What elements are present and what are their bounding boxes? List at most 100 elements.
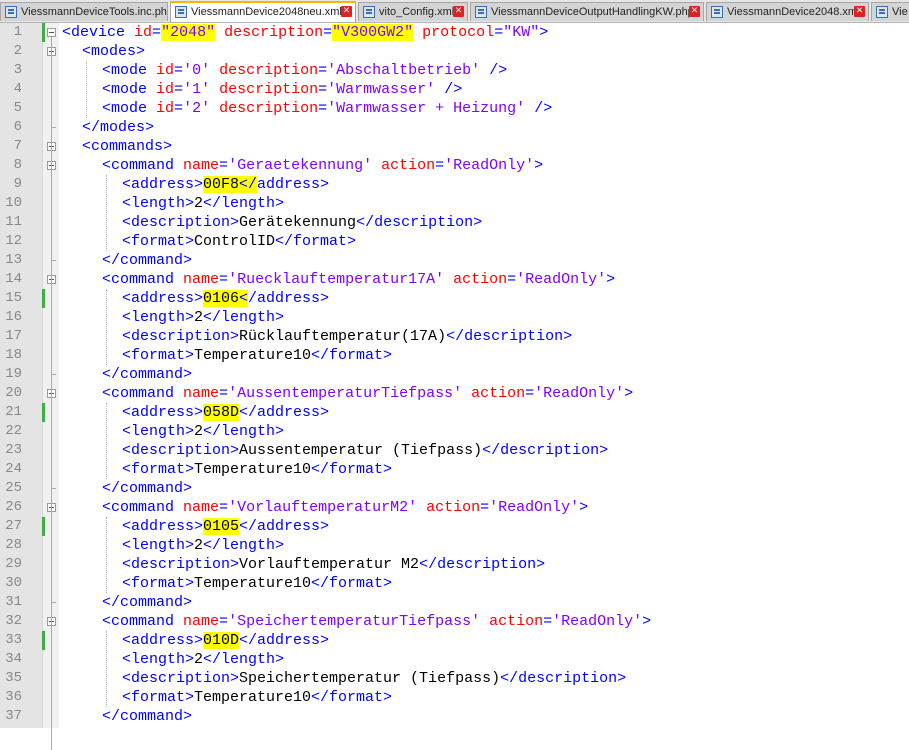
- change-marker: [42, 289, 45, 308]
- tab-4[interactable]: ViessmannDevice2048.xml ✕: [706, 2, 869, 21]
- code-token: />: [489, 62, 508, 79]
- code-token: </command>: [102, 366, 193, 383]
- close-icon[interactable]: ✕: [689, 6, 700, 17]
- code-line: <command name='SpeichertemperaturTiefpas…: [62, 612, 651, 631]
- code-token: <format>: [122, 347, 195, 364]
- code-token: <length>: [122, 195, 195, 212]
- tab-label: ViessmannDeviceTools.inc.php: [21, 6, 168, 18]
- code-line: <command name='VorlauftemperaturM2' acti…: [62, 498, 588, 517]
- code-token: =: [543, 613, 553, 630]
- code-token: 'ReadOnly': [552, 613, 643, 630]
- code-token: =: [480, 499, 490, 516]
- code-token: </format>: [311, 347, 393, 364]
- fold-end-marker: [51, 488, 56, 489]
- code-token: action: [453, 271, 508, 288]
- fold-end-marker: [51, 260, 56, 261]
- tab-1[interactable]: ViessmannDevice2048neu.xml ✕: [170, 1, 356, 22]
- code-token: 'Warmwasser': [327, 81, 436, 98]
- code-token: </format>: [311, 461, 393, 478]
- code-token: </address>: [239, 518, 330, 535]
- tab-label: ViessmannDevice2048.xml: [727, 6, 860, 18]
- code-token: Gerätekennung: [239, 214, 357, 231]
- line-number: 32: [5, 613, 22, 629]
- code-token: =: [219, 499, 229, 516]
- code-token: description: [224, 24, 324, 41]
- code-line: <description>Speichertemperatur (Tiefpas…: [62, 669, 626, 688]
- line-number: 35: [5, 670, 22, 686]
- tab-label: ViessmannDeviceOutputHandlingKW.php: [491, 6, 694, 18]
- code-line: <format>Temperature10</format>: [62, 460, 392, 479]
- fold-end-marker: [51, 602, 56, 603]
- line-number: 2: [13, 43, 22, 59]
- close-icon[interactable]: ✕: [854, 6, 865, 17]
- line-number-gutter: 1 2 3 4 5 6 7 8 9 10 11 12 13 14 15 16 17 18 19 20 21 22 23 24 2…: [0, 23, 42, 728]
- code-token: 2: [194, 651, 204, 668]
- code-token: </length>: [203, 309, 285, 326]
- code-token: name: [183, 499, 220, 516]
- code-line: <command name='Ruecklauftemperatur17A' a…: [62, 270, 615, 289]
- code-token: id: [156, 81, 175, 98]
- code-token: <commands>: [82, 138, 173, 155]
- code-token: 00F8: [203, 176, 240, 193]
- line-number: 7: [13, 138, 22, 154]
- code-token: 'ReadOnly': [489, 499, 580, 516]
- line-number: 13: [5, 252, 22, 268]
- code-line: <address>010D</address>: [62, 631, 329, 650]
- code-token: name: [183, 157, 220, 174]
- code-token: =: [152, 24, 162, 41]
- code-token: description: [219, 62, 319, 79]
- code-editor[interactable]: <device id="2048" description="V300GW2" …: [58, 23, 909, 728]
- fold-end-marker: [51, 374, 56, 375]
- code-line: <modes>: [62, 42, 145, 61]
- line-number: 28: [5, 537, 22, 553]
- code-token: protocol: [422, 24, 495, 41]
- indent-guide: [106, 403, 107, 479]
- line-number: 21: [5, 404, 22, 420]
- line-number: 14: [5, 271, 22, 287]
- file-icon: [475, 6, 487, 18]
- line-number: 4: [13, 81, 22, 97]
- code-token: 'Ruecklauftemperatur17A': [228, 271, 445, 288]
- fold-toggle-icon[interactable]: [47, 28, 56, 37]
- code-line: <mode id='2' description='Warmwasser + H…: [62, 99, 552, 118]
- code-line: <length>2</length>: [62, 422, 284, 441]
- code-token: =: [507, 271, 517, 288]
- code-token: =: [318, 62, 328, 79]
- code-token: =: [318, 100, 328, 117]
- line-number: 33: [5, 632, 22, 648]
- code-token: 'ReadOnly': [444, 157, 535, 174]
- line-number: 8: [13, 157, 22, 173]
- close-icon[interactable]: ✕: [453, 6, 464, 17]
- change-marker: [42, 517, 45, 536]
- code-token: "V300GW2": [332, 24, 414, 41]
- code-token: <format>: [122, 233, 195, 250]
- code-token: </length>: [203, 423, 285, 440]
- code-line: <format>Temperature10</format>: [62, 688, 392, 707]
- tab-0[interactable]: ViessmannDeviceTools.inc.php: [0, 2, 168, 21]
- code-token: <description>: [122, 670, 240, 687]
- code-token: 010D: [203, 632, 240, 649]
- tab-3[interactable]: ViessmannDeviceOutputHandlingKW.php ✕: [470, 2, 704, 21]
- code-line: <commands>: [62, 137, 172, 156]
- code-token: </length>: [203, 651, 285, 668]
- line-number: 24: [5, 461, 22, 477]
- code-token: 'Geraetekennung': [228, 157, 373, 174]
- code-token: <command: [102, 157, 175, 174]
- code-token: =: [323, 24, 333, 41]
- fold-margin: [42, 23, 59, 750]
- code-token: </description>: [419, 556, 546, 573]
- tab-5[interactable]: Vie: [871, 2, 909, 21]
- tab-label: Vie: [892, 6, 908, 18]
- close-icon[interactable]: ✕: [341, 6, 352, 17]
- code-token: >: [534, 157, 544, 174]
- tab-2[interactable]: vito_Config.xml ✕: [358, 2, 468, 21]
- code-token: <mode: [102, 81, 148, 98]
- code-token: Rücklauftemperatur(17A): [239, 328, 447, 345]
